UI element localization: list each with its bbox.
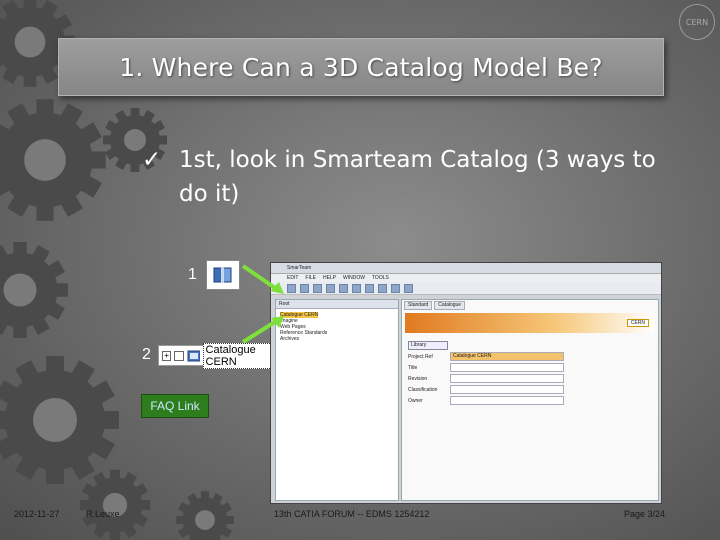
tab-catalogue[interactable]: Catalogue: [434, 301, 466, 310]
form-row: Owner: [408, 395, 652, 406]
detail-panel: Standard Catalogue CERN Library Project …: [401, 299, 659, 501]
form-field[interactable]: [450, 363, 564, 372]
app-toolbar: [271, 282, 661, 295]
app-body: Root Catalogue CERN Imagine Web Pages Re…: [271, 295, 661, 503]
menu-edit[interactable]: EDIT: [287, 274, 298, 282]
catalog-toolbar-icon[interactable]: [206, 260, 240, 290]
detail-form: Library Project Ref Catalogue CERN Title…: [408, 340, 652, 406]
toolbar-button[interactable]: [339, 283, 348, 293]
tree-header: Root: [276, 300, 398, 309]
way-label-2: 2: [142, 346, 151, 363]
app-titlebar: SmarTeam: [271, 263, 661, 274]
toolbar-button[interactable]: [326, 283, 335, 293]
form-row: Revision: [408, 373, 652, 384]
footer-center: 13th CATIA FORUM -- EDMS 1254212: [274, 509, 430, 519]
faq-link[interactable]: FAQ Link: [141, 394, 209, 418]
catalog-book-icon: [213, 267, 232, 283]
toolbar-button[interactable]: [365, 283, 374, 293]
detail-tabs: Standard Catalogue: [402, 300, 658, 311]
catalogue-tree-node[interactable]: + Catalogue CERN: [158, 342, 287, 369]
tree-item[interactable]: Archives: [280, 336, 394, 342]
detail-banner: CERN: [405, 313, 655, 333]
toolbar-button[interactable]: [300, 283, 309, 293]
menu-window[interactable]: WINDOW: [343, 274, 365, 282]
checkmark-icon: ✓: [142, 147, 162, 173]
expand-plus-icon[interactable]: +: [162, 350, 172, 361]
catalogue-node-icon: [187, 350, 200, 361]
toolbar-button[interactable]: [404, 283, 413, 293]
form-field[interactable]: [450, 374, 564, 383]
menu-file[interactable]: FILE: [305, 274, 316, 282]
toolbar-button[interactable]: [378, 283, 387, 293]
toolbar-button[interactable]: [352, 283, 361, 293]
slide-title: 1. Where Can a 3D Catalog Model Be?: [119, 52, 603, 82]
library-tab[interactable]: Library: [408, 341, 448, 350]
checkbox-icon[interactable]: [174, 350, 184, 361]
menu-help[interactable]: HELP: [323, 274, 336, 282]
tree: Catalogue CERN Imagine Web Pages Referen…: [276, 309, 398, 345]
tab-standard[interactable]: Standard: [404, 301, 433, 310]
footer-author: R.Leuxe: [86, 509, 120, 519]
footer-page: Page 3/24: [624, 509, 666, 519]
smarteam-screenshot: SmarTeam EDIT FILE HELP WINDOW TOOLS Roo…: [270, 262, 662, 504]
form-field[interactable]: Catalogue CERN: [450, 352, 564, 361]
cern-logo: CERN: [679, 4, 715, 40]
form-row: Classification: [408, 384, 652, 395]
menu-tools[interactable]: TOOLS: [372, 274, 389, 282]
toolbar-button[interactable]: [391, 283, 400, 293]
way-label-1: 1: [188, 266, 197, 283]
form-field[interactable]: [450, 396, 564, 405]
form-row: Project Ref Catalogue CERN: [408, 351, 652, 362]
bullet-text: 1st, look in Smarteam Catalog (3 ways to…: [179, 147, 656, 207]
tree-panel: Root Catalogue CERN Imagine Web Pages Re…: [275, 299, 399, 501]
form-field[interactable]: [450, 385, 564, 394]
toolbar-button[interactable]: [287, 283, 296, 293]
form-row: Title: [408, 362, 652, 373]
title-box: 1. Where Can a 3D Catalog Model Be?: [58, 38, 664, 96]
app-menubar: EDIT FILE HELP WINDOW TOOLS: [271, 274, 661, 282]
toolbar-button[interactable]: [313, 283, 322, 293]
footer-date: 2012-11-27: [14, 509, 60, 519]
